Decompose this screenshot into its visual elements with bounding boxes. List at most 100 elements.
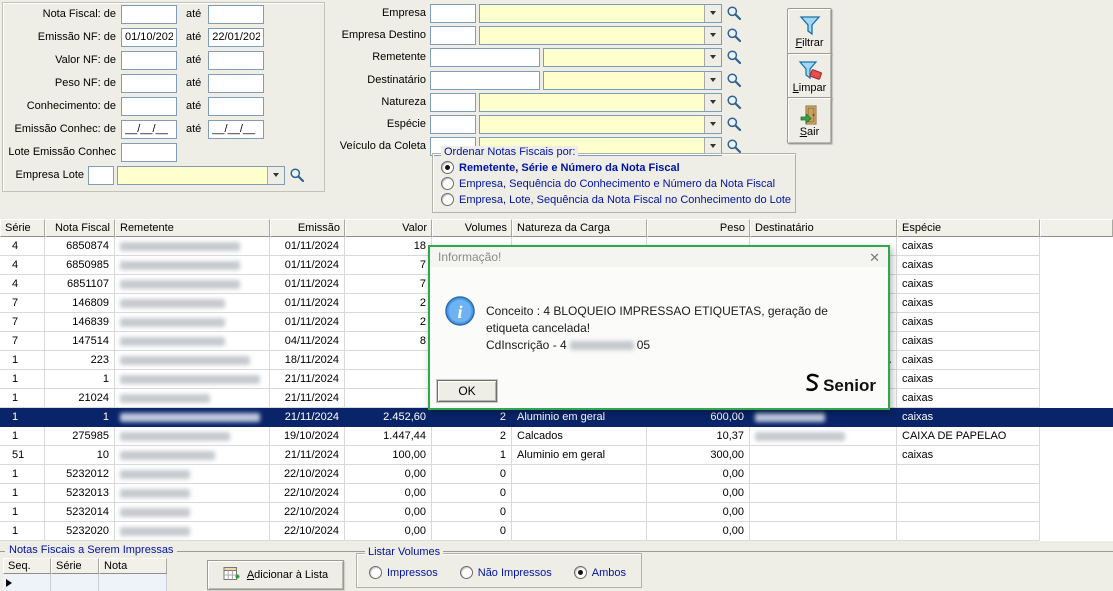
filter-to-input[interactable]	[208, 120, 264, 139]
search-icon[interactable]	[289, 167, 305, 183]
filter-combo[interactable]	[479, 93, 722, 112]
filter-code-input[interactable]	[430, 71, 540, 90]
column-header[interactable]: Valor	[345, 219, 432, 237]
column-header[interactable]: Remetente	[115, 219, 270, 237]
chevron-down-icon[interactable]	[704, 116, 721, 133]
lote-emissao-input[interactable]	[121, 143, 177, 162]
ok-button[interactable]: OK	[437, 380, 497, 402]
cell-nota-fiscal: 1	[45, 370, 115, 389]
filter-code-input[interactable]	[430, 26, 476, 45]
column-header[interactable]: Destinatário	[750, 219, 897, 237]
radio-label: Ambos	[592, 567, 626, 579]
empresa-lote-code-input[interactable]	[88, 166, 114, 185]
button-label: Sair	[800, 126, 820, 138]
until-label: até	[186, 100, 201, 112]
chevron-down-icon[interactable]	[704, 138, 721, 155]
filter-to-input[interactable]	[208, 28, 264, 47]
filter-code-input[interactable]	[430, 115, 476, 134]
listar-option[interactable]: Impressos	[369, 566, 438, 579]
radio-button[interactable]	[441, 177, 454, 190]
search-icon[interactable]	[726, 5, 742, 21]
chevron-down-icon[interactable]	[704, 72, 721, 89]
queue-cell	[99, 574, 167, 591]
limpar-button[interactable]: Limpar	[787, 53, 832, 100]
filter-combo[interactable]	[479, 115, 722, 134]
cell-emissao: 21/11/2024	[270, 446, 345, 465]
order-option[interactable]: Empresa, Lote, Sequência da Nota Fiscal …	[441, 193, 795, 206]
queue-row	[3, 574, 169, 591]
grid-row[interactable]: 511021/11/2024100,001Aluminio em geral30…	[0, 446, 1113, 465]
grid-row[interactable]: 127598519/10/20241.447,442Calcados10,37C…	[0, 427, 1113, 446]
search-icon[interactable]	[726, 72, 742, 88]
order-option[interactable]: Empresa, Sequência do Conhecimento e Núm…	[441, 177, 795, 190]
order-groupbox: Ordenar Notas Fiscais por: Remetente, Sé…	[432, 153, 796, 213]
add-button-label: Adicionar à Lista	[247, 569, 328, 581]
exit-door-icon	[799, 104, 821, 126]
column-header[interactable]: Série	[0, 219, 45, 237]
filtrar-button[interactable]: Filtrar	[787, 8, 832, 55]
cell-emissao: 21/11/2024	[270, 389, 345, 408]
column-header[interactable]: Nota Fiscal	[45, 219, 115, 237]
column-header[interactable]: Emissão	[270, 219, 345, 237]
filter-code-input[interactable]	[430, 93, 476, 112]
search-icon[interactable]	[726, 49, 742, 65]
empresa-lote-combo[interactable]	[117, 166, 285, 185]
filter-from-input[interactable]	[121, 5, 177, 24]
filter-from-input[interactable]	[121, 28, 177, 47]
filter-combo[interactable]	[479, 4, 722, 23]
radio-button[interactable]	[460, 566, 473, 579]
dialog-close-icon[interactable]: ✕	[869, 251, 880, 264]
filter-from-input[interactable]	[121, 97, 177, 116]
column-header[interactable]: Espécie	[897, 219, 1040, 237]
search-icon[interactable]	[726, 94, 742, 110]
filter-from-input[interactable]	[121, 120, 177, 139]
grid-row[interactable]: 1121/11/20242.452,602Aluminio em geral60…	[0, 408, 1113, 427]
radio-button[interactable]	[441, 193, 454, 206]
filter-code-input[interactable]	[430, 48, 540, 67]
cell-especie: caixas	[897, 446, 1040, 465]
cell-volumes: 0	[432, 465, 512, 484]
filter-from-input[interactable]	[121, 74, 177, 93]
filter-label: Conhecimento: de	[4, 100, 116, 112]
radio-button[interactable]	[441, 161, 454, 174]
filter-combo[interactable]	[543, 48, 722, 67]
filter-to-input[interactable]	[208, 5, 264, 24]
filter-combo[interactable]	[543, 71, 722, 90]
chevron-down-icon[interactable]	[704, 27, 721, 44]
grid-row[interactable]: 1523202022/10/20240,0000,00	[0, 522, 1113, 541]
order-option[interactable]: Remetente, Série e Número da Nota Fiscal	[441, 161, 795, 174]
search-icon[interactable]	[726, 116, 742, 132]
column-header[interactable]: Natureza da Carga	[512, 219, 647, 237]
column-header[interactable]: Volumes	[432, 219, 512, 237]
radio-button[interactable]	[574, 566, 587, 579]
cell-especie: caixas	[897, 294, 1040, 313]
search-icon[interactable]	[726, 138, 742, 154]
combo-value	[544, 72, 704, 89]
filter-code-input[interactable]	[430, 4, 476, 23]
search-icon[interactable]	[726, 27, 742, 43]
chevron-down-icon[interactable]	[704, 5, 721, 22]
filter-to-input[interactable]	[208, 74, 264, 93]
chevron-down-icon[interactable]	[267, 167, 284, 184]
listar-option[interactable]: Não Impressos	[460, 566, 552, 579]
cell-remetente	[115, 313, 270, 332]
adicionar-a-lista-button[interactable]: Adicionar à Lista	[207, 560, 344, 590]
cell-serie: 7	[0, 294, 45, 313]
cell-natureza: Aluminio em geral	[512, 446, 647, 465]
filter-from-input[interactable]	[121, 51, 177, 70]
filter-to-input[interactable]	[208, 51, 264, 70]
grid-row[interactable]: 1523201222/10/20240,0000,00	[0, 465, 1113, 484]
cell-peso: 0,00	[647, 522, 750, 541]
grid-row[interactable]: 1523201422/10/20240,0000,00	[0, 503, 1113, 522]
column-header[interactable]: Peso	[647, 219, 750, 237]
chevron-down-icon[interactable]	[704, 94, 721, 111]
radio-button[interactable]	[369, 566, 382, 579]
listar-option[interactable]: Ambos	[574, 566, 626, 579]
filter-combo[interactable]	[479, 26, 722, 45]
grid-row[interactable]: 1523201322/10/20240,0000,00	[0, 484, 1113, 503]
sair-button[interactable]: Sair	[787, 97, 832, 144]
chevron-down-icon[interactable]	[704, 49, 721, 66]
redacted-remetente	[120, 337, 225, 346]
filter-to-input[interactable]	[208, 97, 264, 116]
combo-value	[118, 167, 267, 184]
